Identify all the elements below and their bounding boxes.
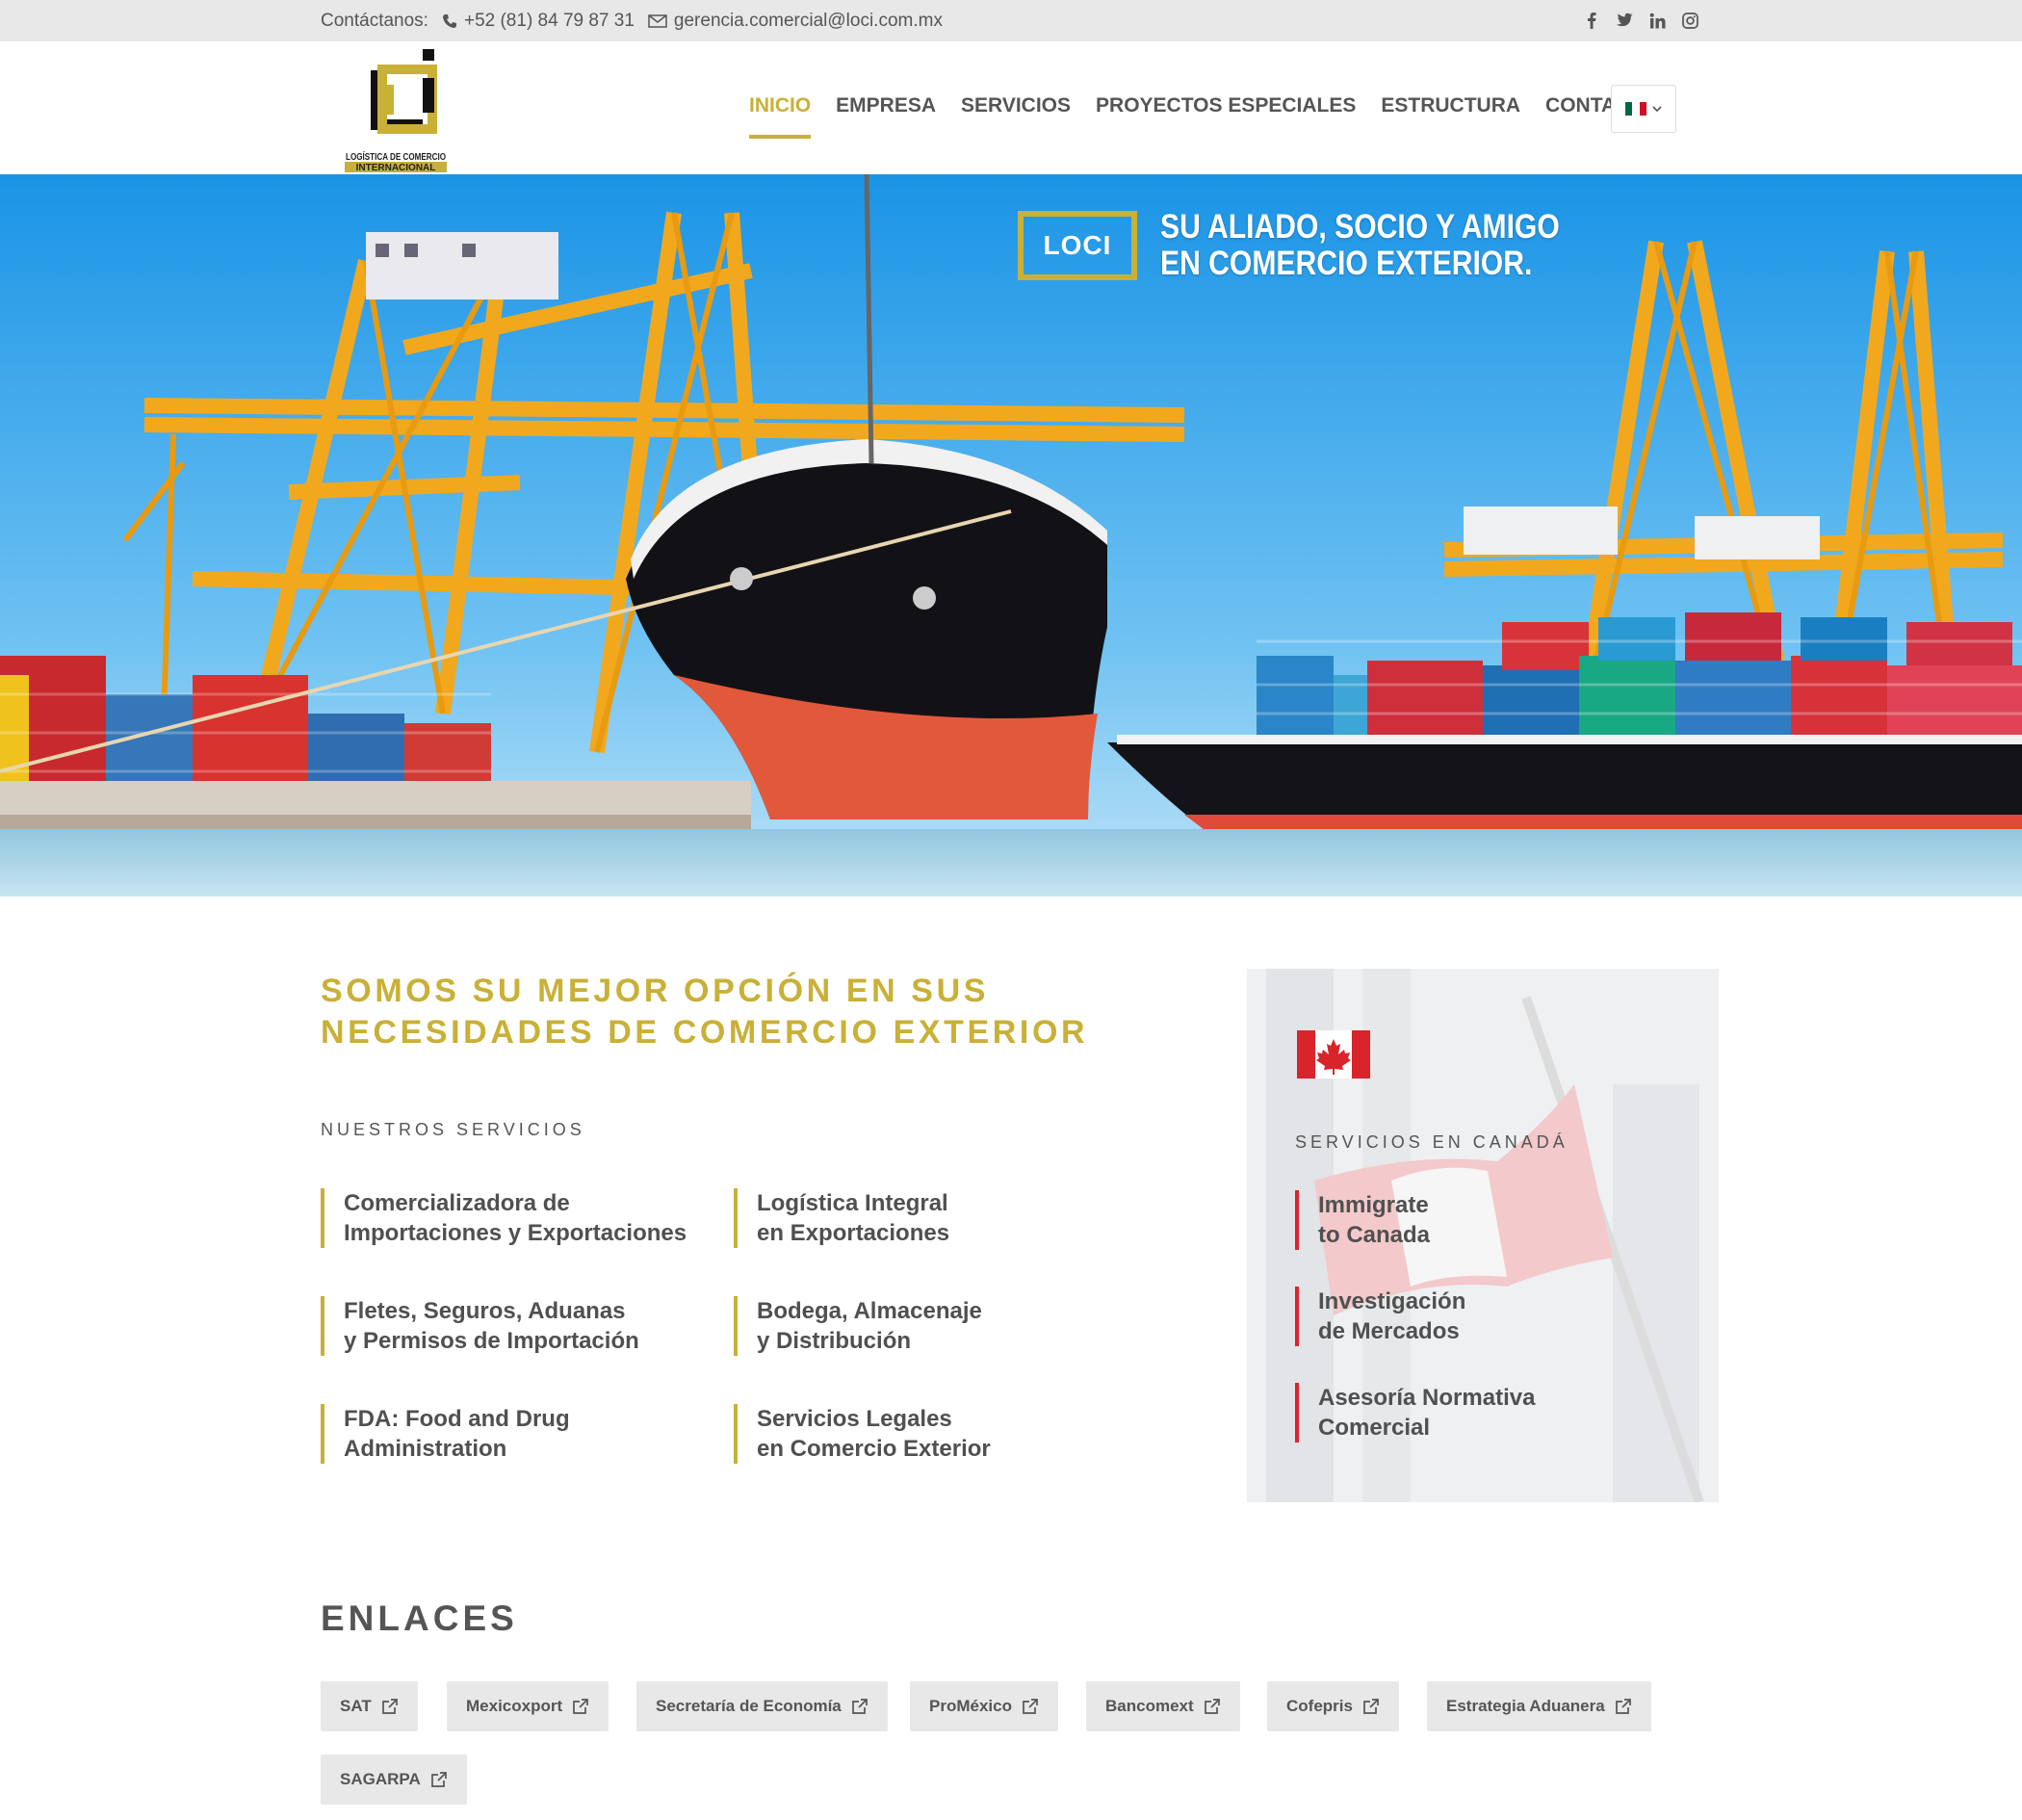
nav-empresa[interactable]: EMPRESA	[823, 94, 948, 139]
nav-inicio[interactable]: INICIO	[737, 94, 823, 139]
nav-estructura[interactable]: ESTRUCTURA	[1368, 94, 1533, 139]
canada-services-panel: SERVICIOS EN CANADÁ Immigrate to Canada …	[1247, 969, 1719, 1502]
service-line-1: Fletes, Seguros, Aduanas	[344, 1298, 626, 1324]
service-item[interactable]: Fletes, Seguros, Aduanas y Permisos de I…	[321, 1296, 706, 1356]
canada-service-line-2: Comercial	[1318, 1415, 1431, 1441]
links-title: ENLACES	[321, 1599, 518, 1638]
email-icon	[648, 14, 667, 28]
email-link[interactable]: gerencia.comercial@loci.com.mx	[648, 11, 943, 32]
canada-service-line-2: to Canada	[1318, 1222, 1431, 1248]
service-line-2: en Exportaciones	[757, 1220, 950, 1246]
link-promexico[interactable]: ProMéxico	[910, 1681, 1058, 1731]
link-sagarpa[interactable]: SAGARPA	[321, 1755, 467, 1805]
canada-service-line-2: de Mercados	[1318, 1318, 1460, 1344]
contact-label: Contáctanos:	[321, 11, 428, 31]
phone-link[interactable]: +52 (81) 84 79 87 31	[442, 11, 635, 32]
link-secretaria-de-economia[interactable]: Secretaría de Economía	[636, 1681, 888, 1731]
email-address: gerencia.comercial@loci.com.mx	[673, 11, 943, 31]
service-line-2: en Comercio Exterior	[757, 1436, 991, 1462]
link-bancomext[interactable]: Bancomext	[1086, 1681, 1240, 1731]
link-label: SAT	[340, 1697, 372, 1715]
service-line-1: Servicios Legales	[757, 1406, 952, 1432]
service-item[interactable]: Bodega, Almacenaje y Distribución	[734, 1296, 1119, 1356]
external-link-icon	[1204, 1699, 1220, 1714]
canada-service-item[interactable]: Investigación de Mercados	[1295, 1287, 1465, 1346]
main-nav: INICIO EMPRESA SERVICIOS PROYECTOS ESPEC…	[737, 94, 1671, 139]
services-title: NUESTROS SERVICIOS	[321, 1120, 585, 1139]
service-item[interactable]: Comercializadora de Importaciones y Expo…	[321, 1188, 706, 1248]
external-link-icon	[1615, 1699, 1631, 1714]
hero-tagline-line-2: EN COMERCIO EXTERIOR.	[1160, 245, 1533, 282]
canada-flag-icon	[1297, 1030, 1370, 1079]
logo-text-line-1: LOGÍSTICA DE COMERCIO	[346, 150, 446, 163]
service-line-2: y Permisos de Importación	[344, 1328, 639, 1354]
external-link-icon	[1363, 1699, 1379, 1714]
service-line-2: Administration	[344, 1436, 507, 1462]
mexico-flag-icon	[1625, 102, 1646, 116]
twitter-icon[interactable]	[1616, 12, 1633, 29]
link-label: SAGARPA	[340, 1770, 421, 1788]
link-cofepris[interactable]: Cofepris	[1267, 1681, 1399, 1731]
link-label: Secretaría de Economía	[656, 1697, 842, 1715]
external-link-icon	[851, 1699, 868, 1714]
canada-service-item[interactable]: Immigrate to Canada	[1295, 1190, 1430, 1250]
service-item[interactable]: Logística Integral en Exportaciones	[734, 1188, 1119, 1248]
facebook-icon[interactable]	[1583, 12, 1600, 29]
loci-badge: LOCI	[1018, 211, 1137, 280]
link-estrategia-aduanera[interactable]: Estrategia Aduanera	[1427, 1681, 1651, 1731]
external-link-icon	[381, 1699, 398, 1714]
contact-info: Contáctanos: +52 (81) 84 79 87 31 gerenc…	[321, 11, 943, 32]
nav-proyectos-especiales[interactable]: PROYECTOS ESPECIALES	[1083, 94, 1368, 139]
link-label: Estrategia Aduanera	[1446, 1697, 1605, 1715]
hero-banner: LOCI SU ALIADO, SOCIO Y AMIGO EN COMERCI…	[0, 174, 2022, 897]
link-label: Cofepris	[1286, 1697, 1353, 1715]
logo-text-line-2: INTERNACIONAL	[356, 163, 436, 172]
canada-services-title: SERVICIOS EN CANADÁ	[1295, 1132, 1568, 1152]
social-links	[1583, 12, 1698, 29]
top-contact-bar: Contáctanos: +52 (81) 84 79 87 31 gerenc…	[0, 0, 2022, 41]
service-line-2: Importaciones y Exportaciones	[344, 1220, 687, 1246]
link-mexicoxport[interactable]: Mexicoxport	[447, 1681, 609, 1731]
nav-servicios[interactable]: SERVICIOS	[948, 94, 1083, 139]
headline-line-1: SOMOS SU MEJOR OPCIÓN EN SUS	[321, 973, 990, 1009]
external-link-icon	[430, 1772, 447, 1787]
link-label: Mexicoxport	[466, 1697, 563, 1715]
hero-tagline-text: SU ALIADO, SOCIO Y AMIGO EN COMERCIO EXT…	[1160, 209, 1560, 282]
external-link-icon	[1023, 1699, 1038, 1714]
service-line-1: Comercializadora de	[344, 1190, 570, 1216]
hero-tagline-line-1: SU ALIADO, SOCIO Y AMIGO	[1160, 208, 1560, 246]
external-link-icon	[573, 1699, 588, 1714]
linkedin-icon[interactable]	[1648, 12, 1666, 29]
port-ship-hero-image	[0, 174, 2022, 897]
site-header: LOGÍSTICA DE COMERCIO INTERNACIONAL INIC…	[0, 41, 2022, 174]
service-item[interactable]: Servicios Legales en Comercio Exterior	[734, 1404, 1119, 1464]
service-line-1: Bodega, Almacenaje	[757, 1298, 982, 1324]
hero-tagline: LOCI SU ALIADO, SOCIO Y AMIGO EN COMERCI…	[1018, 209, 1624, 282]
canada-service-item[interactable]: Asesoría Normativa Comercial	[1295, 1383, 1535, 1443]
chevron-down-icon	[1652, 105, 1662, 112]
link-label: Bancomext	[1105, 1697, 1194, 1715]
link-sat[interactable]: SAT	[321, 1681, 418, 1731]
link-label: ProMéxico	[929, 1697, 1012, 1715]
canada-service-line-1: Asesoría Normativa	[1318, 1385, 1536, 1411]
service-line-1: FDA: Food and Drug	[344, 1406, 570, 1432]
service-item[interactable]: FDA: Food and Drug Administration	[321, 1404, 706, 1464]
headline-line-2: NECESIDADES DE COMERCIO EXTERIOR	[321, 1014, 1089, 1051]
service-line-2: y Distribución	[757, 1328, 912, 1354]
phone-icon	[442, 14, 456, 28]
canada-service-line-1: Immigrate	[1318, 1192, 1429, 1218]
page-headline: SOMOS SU MEJOR OPCIÓN EN SUS NECESIDADES…	[321, 971, 1187, 1053]
service-line-1: Logística Integral	[757, 1190, 948, 1216]
language-selector[interactable]	[1611, 85, 1676, 133]
loci-logo[interactable]: LOGÍSTICA DE COMERCIO INTERNACIONAL	[342, 49, 450, 173]
instagram-icon[interactable]	[1681, 12, 1698, 29]
canada-service-line-1: Investigación	[1318, 1288, 1466, 1314]
phone-number: +52 (81) 84 79 87 31	[463, 11, 635, 31]
